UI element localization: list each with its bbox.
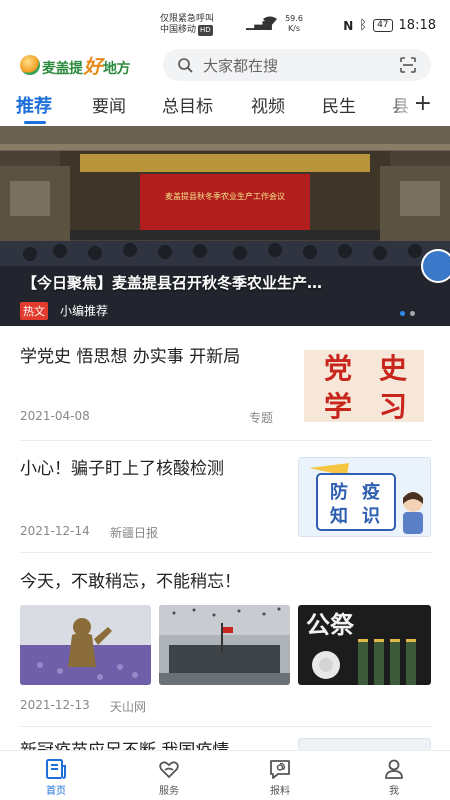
nav-report[interactable]: 报料 [250, 757, 310, 797]
status-bar: 仅限紧急呼叫 中国移动 HD ▁▃▅ 59.6 K/s N ᛒ 47 18:18 [0, 0, 450, 44]
tab-recommend[interactable]: 推荐 [16, 92, 52, 118]
memorial-ceremony-thumbnail[interactable] [159, 605, 290, 685]
news-date: 2021-04-08 [20, 409, 90, 423]
user-icon [385, 759, 403, 779]
nav-me[interactable]: 我 [364, 757, 424, 797]
status-right: N ᛒ 47 18:18 [343, 18, 436, 33]
svg-text:习: 习 [379, 390, 407, 423]
nav-label: 报料 [270, 786, 290, 797]
bottom-navigation: 首页 服务 报料 我 [0, 750, 450, 800]
party-history-thumbnail[interactable]: 党 史 学 习 [298, 346, 431, 426]
hd-badge: HD [198, 25, 213, 36]
logo-emblem-icon [20, 55, 40, 75]
message-at-icon [270, 760, 290, 779]
wifi-icon [263, 16, 277, 27]
svg-text:知: 知 [330, 505, 348, 527]
news-item[interactable]: 今天，不敢稍忘，不能稍忘！ [20, 569, 432, 599]
svg-text:麦盖提县秋冬季农业生产工作会议: 麦盖提县秋冬季农业生产工作会议 [165, 191, 285, 201]
news-source: 专题 [249, 411, 274, 425]
hot-badge: 热文 [20, 302, 48, 320]
news-source: 新疆日报 [110, 526, 159, 540]
svg-text:公祭: 公祭 [306, 611, 355, 639]
heart-hand-icon [159, 761, 179, 779]
news-title[interactable]: 学党史 悟思想 办实事 开新局 [20, 344, 275, 370]
search-placeholder: 大家都在搜 [203, 56, 279, 75]
svg-text:党: 党 [324, 352, 352, 385]
news-date: 2021-12-13 [20, 698, 90, 712]
news-thumbnail[interactable] [298, 738, 431, 750]
divider [20, 552, 432, 553]
nav-home[interactable]: 首页 [26, 757, 86, 797]
add-channel-icon[interactable]: + [414, 91, 432, 117]
nav-label: 首页 [46, 786, 66, 797]
home-news-icon [46, 759, 66, 779]
hero-carousel[interactable]: 麦盖提县秋冬季农业生产工作会议 【今日聚焦】麦盖提县召开秋冬季农业生产… 热文 … [0, 126, 450, 326]
hero-title[interactable]: 【今日聚焦】麦盖提县召开秋冬季农业生产… [22, 272, 422, 293]
emergency-text: 仅限紧急呼叫 [160, 14, 215, 24]
scan-icon[interactable] [399, 56, 417, 74]
carousel-dot-active[interactable] [400, 311, 405, 316]
app-header: 麦盖提好地方 大家都在搜 [0, 46, 450, 86]
news-title[interactable]: 小心！骗子盯上了核酸检测 [20, 456, 285, 482]
nfc-icon: N [343, 18, 354, 33]
active-tab-indicator [24, 121, 46, 124]
epidemic-knowledge-thumbnail[interactable]: 防 疫 知 识 [298, 457, 431, 537]
svg-text:史: 史 [379, 352, 407, 385]
search-bar[interactable]: 大家都在搜 [163, 49, 431, 81]
memorial-statue-thumbnail[interactable] [20, 605, 151, 685]
network-speed: 59.6 K/s [285, 14, 303, 33]
clock: 18:18 [398, 18, 436, 33]
bluetooth-icon: ᛒ [359, 18, 368, 33]
divider [20, 726, 432, 727]
tab-news[interactable]: 要闻 [92, 92, 126, 117]
search-icon [178, 58, 193, 73]
svg-text:学: 学 [324, 390, 352, 423]
app-logo[interactable]: 麦盖提好地方 [20, 52, 131, 78]
news-date: 2021-12-14 [20, 524, 90, 538]
tab-video[interactable]: 视频 [251, 92, 285, 117]
svg-text:防: 防 [330, 481, 348, 503]
hero-source: 小编推荐 [60, 304, 109, 318]
battery-indicator: 47 [373, 19, 393, 32]
carrier-info: 仅限紧急呼叫 中国移动 HD [160, 14, 214, 36]
nav-label: 我 [389, 786, 399, 797]
carrier-name: 中国移动 [160, 25, 197, 35]
tab-livelihood[interactable]: 民生 [322, 92, 356, 117]
carousel-dot[interactable] [410, 311, 415, 316]
memorial-guard-thumbnail[interactable]: 公祭 [298, 605, 431, 685]
nav-service[interactable]: 服务 [139, 757, 199, 797]
svg-text:疫: 疫 [362, 481, 380, 503]
divider [20, 440, 432, 441]
logo-text: 麦盖提好地方 [42, 56, 131, 78]
news-title[interactable]: 今天，不敢稍忘，不能稍忘！ [20, 569, 432, 595]
nav-label: 服务 [159, 786, 179, 797]
meeting-hall-image: 麦盖提县秋冬季农业生产工作会议 [0, 126, 450, 326]
tab-goals[interactable]: 总目标 [162, 92, 213, 117]
svg-text:识: 识 [362, 506, 380, 527]
news-source: 天山网 [110, 700, 147, 714]
channel-tabs: 推荐 要闻 总目标 视频 民生 县 + [0, 88, 450, 126]
